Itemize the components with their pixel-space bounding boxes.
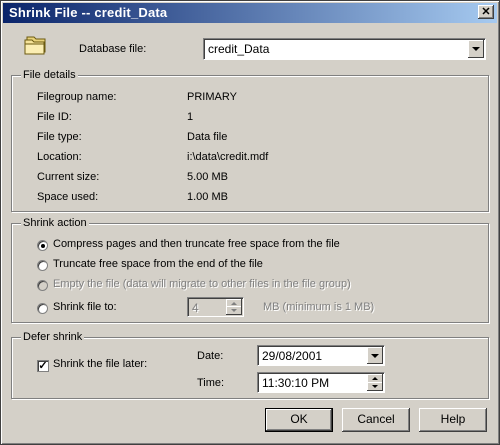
shrink-size-unit: MB (minimum is 1 MB): [263, 301, 375, 313]
filegroup-name-value: PRIMARY: [187, 91, 237, 103]
database-file-select[interactable]: credit_Data: [203, 38, 486, 60]
file-id-label: File ID:: [37, 111, 72, 123]
shrink-file-to-radio[interactable]: [37, 303, 48, 314]
shrink-file-dialog: Shrink File -- credit_Data ✕ Database fi…: [0, 0, 500, 445]
database-file-label: Database file:: [79, 43, 147, 55]
empty-file-label: Empty the file (data will migrate to oth…: [53, 278, 351, 290]
close-button[interactable]: ✕: [478, 5, 494, 19]
compress-truncate-radio[interactable]: [37, 240, 48, 251]
file-details-title: File details: [21, 69, 78, 81]
file-id-value: 1: [187, 111, 194, 123]
database-file-value: credit_Data: [208, 42, 270, 56]
shrink-action-title: Shrink action: [21, 217, 89, 229]
empty-file-radio: [37, 280, 48, 291]
shrink-later-label[interactable]: Shrink the file later:: [53, 358, 147, 370]
location-label: Location:: [37, 151, 82, 163]
date-label: Date:: [197, 350, 224, 362]
shrink-file-to-label[interactable]: Shrink file to:: [53, 301, 117, 313]
cancel-button[interactable]: Cancel: [342, 408, 410, 432]
time-stepper[interactable]: 11:30:10 PM: [257, 372, 385, 393]
window-title: Shrink File -- credit_Data: [9, 5, 168, 20]
check-icon: ✓: [38, 360, 48, 372]
truncate-free-space-radio[interactable]: [37, 260, 48, 271]
help-button[interactable]: Help: [419, 408, 487, 432]
title-bar[interactable]: Shrink File -- credit_Data ✕: [3, 3, 497, 23]
location-value: i:\data\credit.mdf: [187, 151, 269, 163]
space-used-label: Space used:: [37, 191, 99, 203]
folder-icon: [24, 36, 46, 55]
compress-truncate-label[interactable]: Compress pages and then truncate free sp…: [53, 238, 340, 250]
date-value: 29/08/2001: [262, 349, 323, 363]
current-size-label: Current size:: [37, 171, 100, 183]
ok-button[interactable]: OK: [265, 408, 333, 432]
current-size-value: 5.00 MB: [187, 171, 228, 183]
filegroup-name-label: Filegroup name:: [37, 91, 117, 103]
time-value: 11:30:10 PM: [262, 376, 330, 390]
chevron-down-icon[interactable]: [367, 347, 383, 364]
defer-shrink-title: Defer shrink: [21, 331, 85, 343]
date-picker[interactable]: 29/08/2001: [257, 345, 385, 366]
space-used-value: 1.00 MB: [187, 191, 228, 203]
shrink-later-checkbox[interactable]: ✓: [37, 360, 49, 372]
shrink-size-value: 4: [192, 301, 199, 315]
chevron-down-icon: [226, 306, 242, 315]
shrink-size-stepper: 4: [187, 297, 244, 317]
close-icon: ✕: [481, 6, 491, 18]
truncate-free-space-label[interactable]: Truncate free space from the end of the …: [53, 258, 263, 270]
chevron-down-icon[interactable]: [468, 40, 484, 58]
file-type-label: File type:: [37, 131, 82, 143]
time-label: Time:: [197, 377, 225, 389]
chevron-down-icon[interactable]: [367, 382, 383, 391]
file-type-value: Data file: [187, 131, 228, 143]
